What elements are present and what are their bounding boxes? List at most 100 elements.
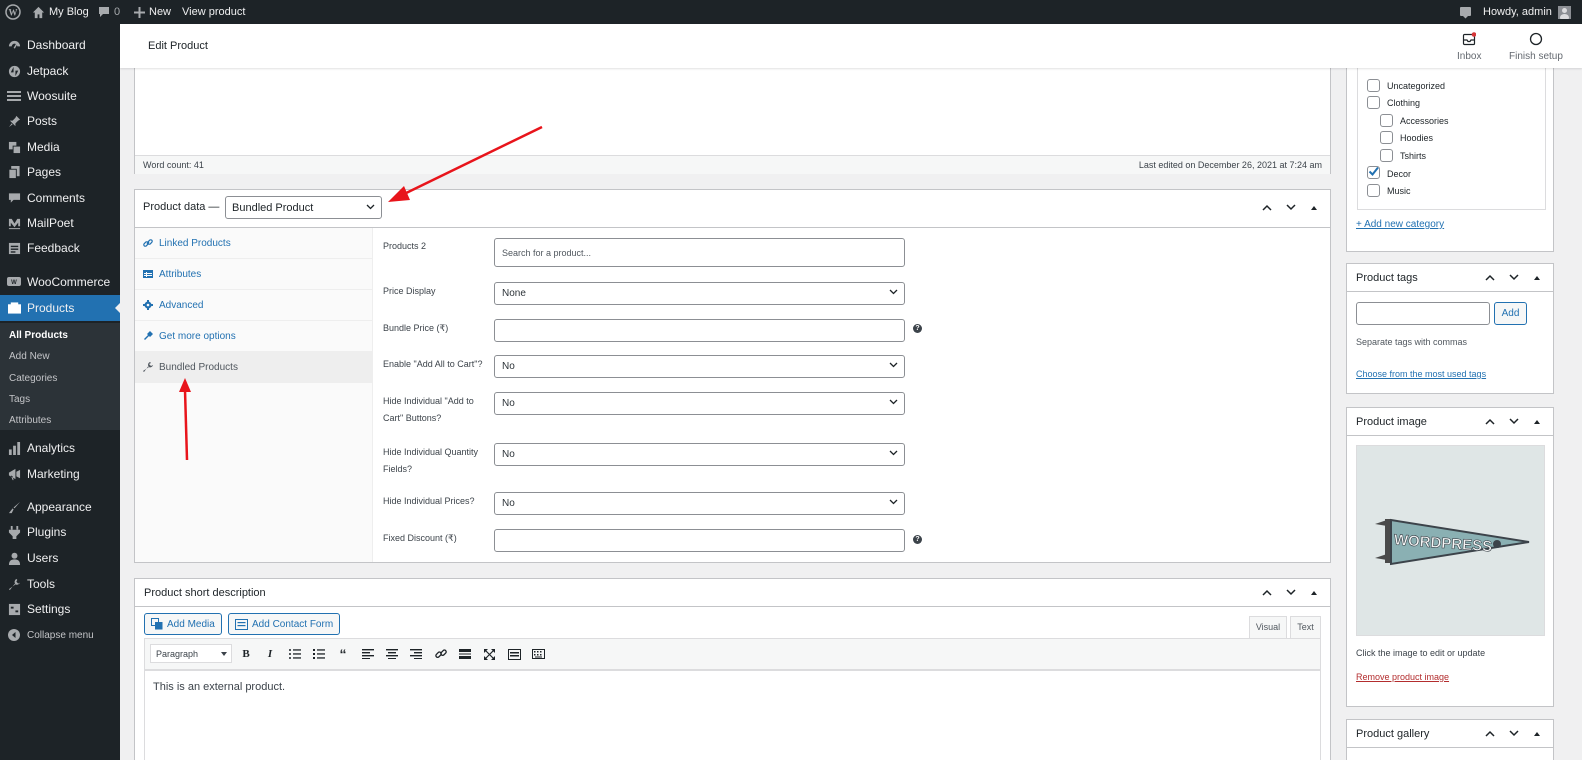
blockquote-icon[interactable]: “ [336,646,350,662]
toolbar-toggle-icon[interactable] [507,647,521,661]
add-media-button[interactable]: Add Media [144,613,222,635]
text-tab[interactable]: Text [1290,616,1321,638]
italic-icon[interactable]: I [263,647,277,661]
chevron-down-icon[interactable] [1509,418,1519,425]
menu-mailpoet[interactable]: MailPoet [0,210,120,236]
fixed-discount-input[interactable] [494,529,905,552]
content-editor[interactable]: Word count: 41 Last edited on December 2… [134,66,1331,174]
menu-analytics[interactable]: Analytics [0,435,120,461]
menu-pages[interactable]: Pages [0,159,120,185]
bullet-list-icon[interactable] [288,647,302,661]
enable-add-all-select[interactable]: No [494,355,905,378]
menu-users[interactable]: Users [0,545,120,571]
chevron-down-icon[interactable] [1286,589,1296,596]
hide-add-to-cart-value: No [502,398,515,409]
short-description-editor[interactable]: This is an external product. [144,670,1321,760]
tag-input[interactable] [1356,302,1490,325]
appearance-icon [7,500,21,514]
hide-add-to-cart-select[interactable]: No [494,392,905,415]
menu-media[interactable]: Media [0,134,120,160]
chevron-up-icon[interactable] [1485,274,1495,281]
help-icon[interactable]: ? [913,535,922,544]
wordpress-logo-icon[interactable]: W [5,0,21,24]
notifications-icon[interactable] [1459,0,1472,24]
align-right-icon[interactable] [409,647,423,661]
read-more-icon[interactable] [458,647,472,661]
category-checkbox-decor[interactable] [1367,166,1380,179]
numbered-list-icon[interactable] [312,647,326,661]
gear-icon [143,300,153,310]
product-type-select[interactable]: Bundled Product [225,196,382,219]
align-left-icon[interactable] [361,647,375,661]
view-product-link[interactable]: View product [182,0,245,24]
help-icon[interactable]: ? [913,324,922,333]
bold-icon[interactable]: B [239,647,253,661]
chevron-up-icon[interactable] [1262,204,1272,211]
menu-posts[interactable]: Posts [0,108,120,134]
category-checkbox-uncategorized[interactable] [1367,79,1380,92]
remove-product-image-link[interactable]: Remove product image [1356,672,1449,682]
menu-jetpack[interactable]: Jetpack [0,58,120,84]
menu-collapse[interactable]: Collapse menu [0,622,120,648]
menu-tools[interactable]: Tools [0,571,120,597]
collapse-triangle-icon[interactable] [1533,731,1541,737]
menu-products[interactable]: Products [0,295,121,321]
price-display-select[interactable]: None [494,282,905,305]
inbox-button[interactable]: Inbox [1457,32,1481,62]
chevron-down-icon[interactable] [1509,730,1519,737]
add-tag-button[interactable]: Add [1494,302,1527,325]
tab-attributes[interactable]: Attributes [135,259,373,290]
finish-setup-button[interactable]: Finish setup [1509,32,1563,62]
add-contact-form-button[interactable]: Add Contact Form [228,613,341,635]
submenu-tags[interactable]: Tags [9,394,30,405]
products-search-input[interactable]: Search for a product... [494,238,905,267]
hide-prices-select[interactable]: No [494,492,905,515]
menu-woocommerce[interactable]: W WooCommerce [0,269,120,295]
chevron-up-icon[interactable] [1262,589,1272,596]
tab-linked-products[interactable]: Linked Products [135,228,373,259]
hide-qty-select[interactable]: No [494,443,905,466]
tab-bundled-products[interactable]: Bundled Products [135,352,373,383]
menu-woosuite[interactable]: Woosuite [0,83,120,109]
my-account-link[interactable]: Howdy, admin [1483,0,1571,24]
category-checkbox-accessories[interactable] [1380,114,1393,127]
menu-feedback[interactable]: Feedback [0,235,120,261]
bundle-price-input[interactable] [494,319,905,342]
site-name-link[interactable]: My Blog [32,0,89,24]
chevron-down-icon[interactable] [1509,274,1519,281]
submenu-categories[interactable]: Categories [9,373,57,384]
chevron-up-icon[interactable] [1485,730,1495,737]
new-content-link[interactable]: New [134,0,171,24]
add-new-category-link[interactable]: + Add new category [1356,219,1444,230]
insert-link-icon[interactable] [434,647,448,661]
category-checkbox-hoodies[interactable] [1380,131,1393,144]
collapse-triangle-icon[interactable] [1310,205,1318,211]
menu-dashboard[interactable]: Dashboard [0,32,120,58]
tab-advanced[interactable]: Advanced [135,290,373,321]
keyboard-icon[interactable] [531,647,545,661]
chevron-up-icon[interactable] [1485,418,1495,425]
menu-marketing[interactable]: Marketing [0,461,120,487]
chevron-down-icon[interactable] [1286,204,1296,211]
fullscreen-icon[interactable] [482,647,496,661]
collapse-triangle-icon[interactable] [1533,275,1541,281]
product-image[interactable]: WORDPRESS [1356,445,1545,636]
tab-get-more-options[interactable]: Get more options [135,321,373,352]
category-checkbox-clothing[interactable] [1367,96,1380,109]
menu-comments[interactable]: Comments [0,185,120,211]
submenu-all-products[interactable]: All Products [9,330,68,341]
choose-tags-link[interactable]: Choose from the most used tags [1356,369,1486,379]
collapse-triangle-icon[interactable] [1310,590,1318,596]
category-checkbox-tshirts[interactable] [1380,149,1393,162]
menu-appearance[interactable]: Appearance [0,494,120,520]
menu-plugins[interactable]: Plugins [0,519,120,545]
comments-link[interactable]: 0 [98,0,120,24]
format-select[interactable]: Paragraph [150,644,232,663]
collapse-triangle-icon[interactable] [1533,419,1541,425]
submenu-add-new[interactable]: Add New [9,351,50,362]
menu-settings[interactable]: Settings [0,596,120,622]
submenu-attributes[interactable]: Attributes [9,415,51,426]
align-center-icon[interactable] [385,647,399,661]
visual-tab[interactable]: Visual [1249,616,1287,638]
category-checkbox-music[interactable] [1367,184,1380,197]
